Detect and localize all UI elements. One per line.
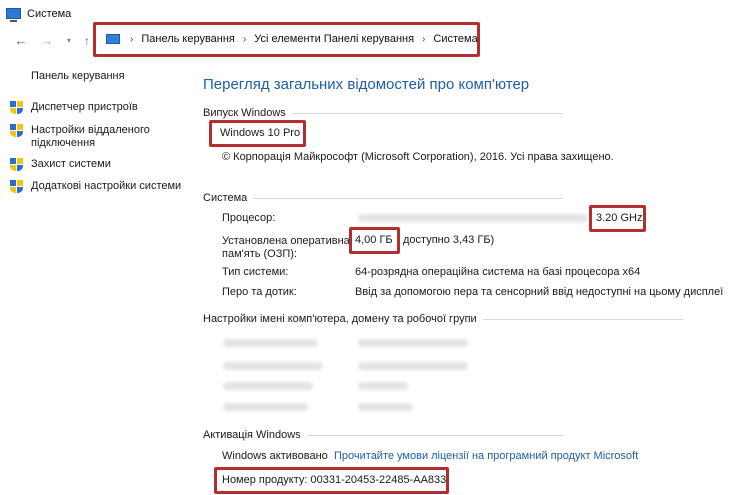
- shield-icon: [10, 180, 23, 194]
- redacted-label: [223, 339, 318, 347]
- ram-label: Установлена оперативна: [222, 235, 350, 247]
- shield-icon: [10, 124, 23, 138]
- computer-name-section-heading: Настройки імені комп'ютера, домену та ро…: [203, 313, 723, 325]
- shield-icon: [10, 101, 23, 115]
- sidebar-item-label: Диспетчер пристроїв: [31, 101, 138, 113]
- chevron-down-icon[interactable]: ▾: [62, 34, 76, 48]
- system-type-value: 64-розрядна операційна система на базі п…: [355, 266, 641, 278]
- copyright-text: © Корпорація Майкрософт (Microsoft Corpo…: [222, 151, 614, 163]
- address-bar[interactable]: › Панель керування › Усі елементи Панелі…: [93, 22, 480, 57]
- sidebar-item-system-protection[interactable]: Захист системи: [10, 158, 111, 172]
- breadcrumb-control-panel[interactable]: Панель керування: [141, 33, 235, 45]
- chevron-right-icon: ›: [422, 33, 426, 45]
- arrow-left-icon[interactable]: ←: [14, 34, 28, 48]
- license-terms-link[interactable]: Прочитайте умови ліцензії на програмний …: [334, 450, 638, 462]
- system-icon: [6, 8, 21, 22]
- shield-icon: [10, 158, 23, 172]
- system-section-heading: Система: [203, 192, 723, 204]
- redacted-value: [358, 339, 468, 347]
- breadcrumb-system[interactable]: Система: [433, 33, 477, 45]
- sidebar-item-advanced-settings[interactable]: Додаткові настройки системи: [10, 180, 181, 194]
- activation-heading: Активація Windows: [203, 429, 301, 441]
- arrow-up-icon[interactable]: ↑: [80, 34, 94, 48]
- redacted-value: [358, 362, 468, 370]
- ram-label-line2: пам'ять (ОЗП):: [222, 248, 298, 260]
- system-heading: Система: [203, 192, 248, 204]
- breadcrumb: › Панель керування › Усі елементи Панелі…: [126, 33, 478, 45]
- sidebar-home-link[interactable]: Панель керування: [31, 70, 125, 82]
- computer-name-heading: Настройки імені комп'ютера, домену та ро…: [203, 313, 477, 325]
- product-id: Номер продукту: 00331-20453-22485-AA833: [222, 474, 447, 486]
- sidebar-item-label: Додаткові настройки системи: [31, 180, 182, 192]
- redacted-value: [358, 382, 408, 390]
- pen-touch-label: Перо та дотик:: [222, 286, 297, 298]
- ram-usable: доступно 3,43 ГБ): [403, 234, 495, 246]
- breadcrumb-all-items[interactable]: Усі елементи Панелі керування: [254, 33, 414, 45]
- edition-heading: Випуск Windows: [203, 107, 286, 119]
- activation-status: Windows активовано: [222, 450, 328, 462]
- arrow-right-icon[interactable]: →: [40, 34, 54, 48]
- redacted-value: [358, 403, 413, 411]
- control-panel-icon: [106, 34, 120, 44]
- processor-label: Процесор:: [222, 212, 276, 224]
- edition-section-heading: Випуск Windows: [203, 107, 723, 119]
- sidebar-item-label: Захист системи: [31, 158, 111, 170]
- ram-value: 4,00 ГБ: [355, 234, 393, 246]
- pen-touch-value: Ввід за допомогою пера та сенсорний ввід…: [355, 286, 724, 298]
- sidebar-item-remote-settings[interactable]: Настройки віддаленого підключення: [10, 124, 170, 150]
- window-title: Система: [27, 8, 72, 20]
- activation-section-heading: Активація Windows: [203, 429, 723, 441]
- sidebar-item-device-manager[interactable]: Диспетчер пристроїв: [10, 101, 138, 115]
- processor-speed: 3.20 GHz: [596, 212, 643, 224]
- page-title: Перегляд загальних відомостей про комп'ю…: [203, 76, 530, 93]
- system-type-label: Тип системи:: [222, 266, 289, 278]
- redacted-label: [223, 403, 308, 411]
- windows-edition: Windows 10 Pro: [220, 127, 301, 139]
- chevron-right-icon: ›: [242, 33, 247, 45]
- redacted-label: [223, 362, 323, 370]
- chevron-right-icon: ›: [130, 33, 134, 45]
- sidebar-item-label: Настройки віддаленого підключення: [31, 124, 150, 149]
- processor-name-redacted: [358, 214, 588, 222]
- redacted-label: [223, 382, 313, 390]
